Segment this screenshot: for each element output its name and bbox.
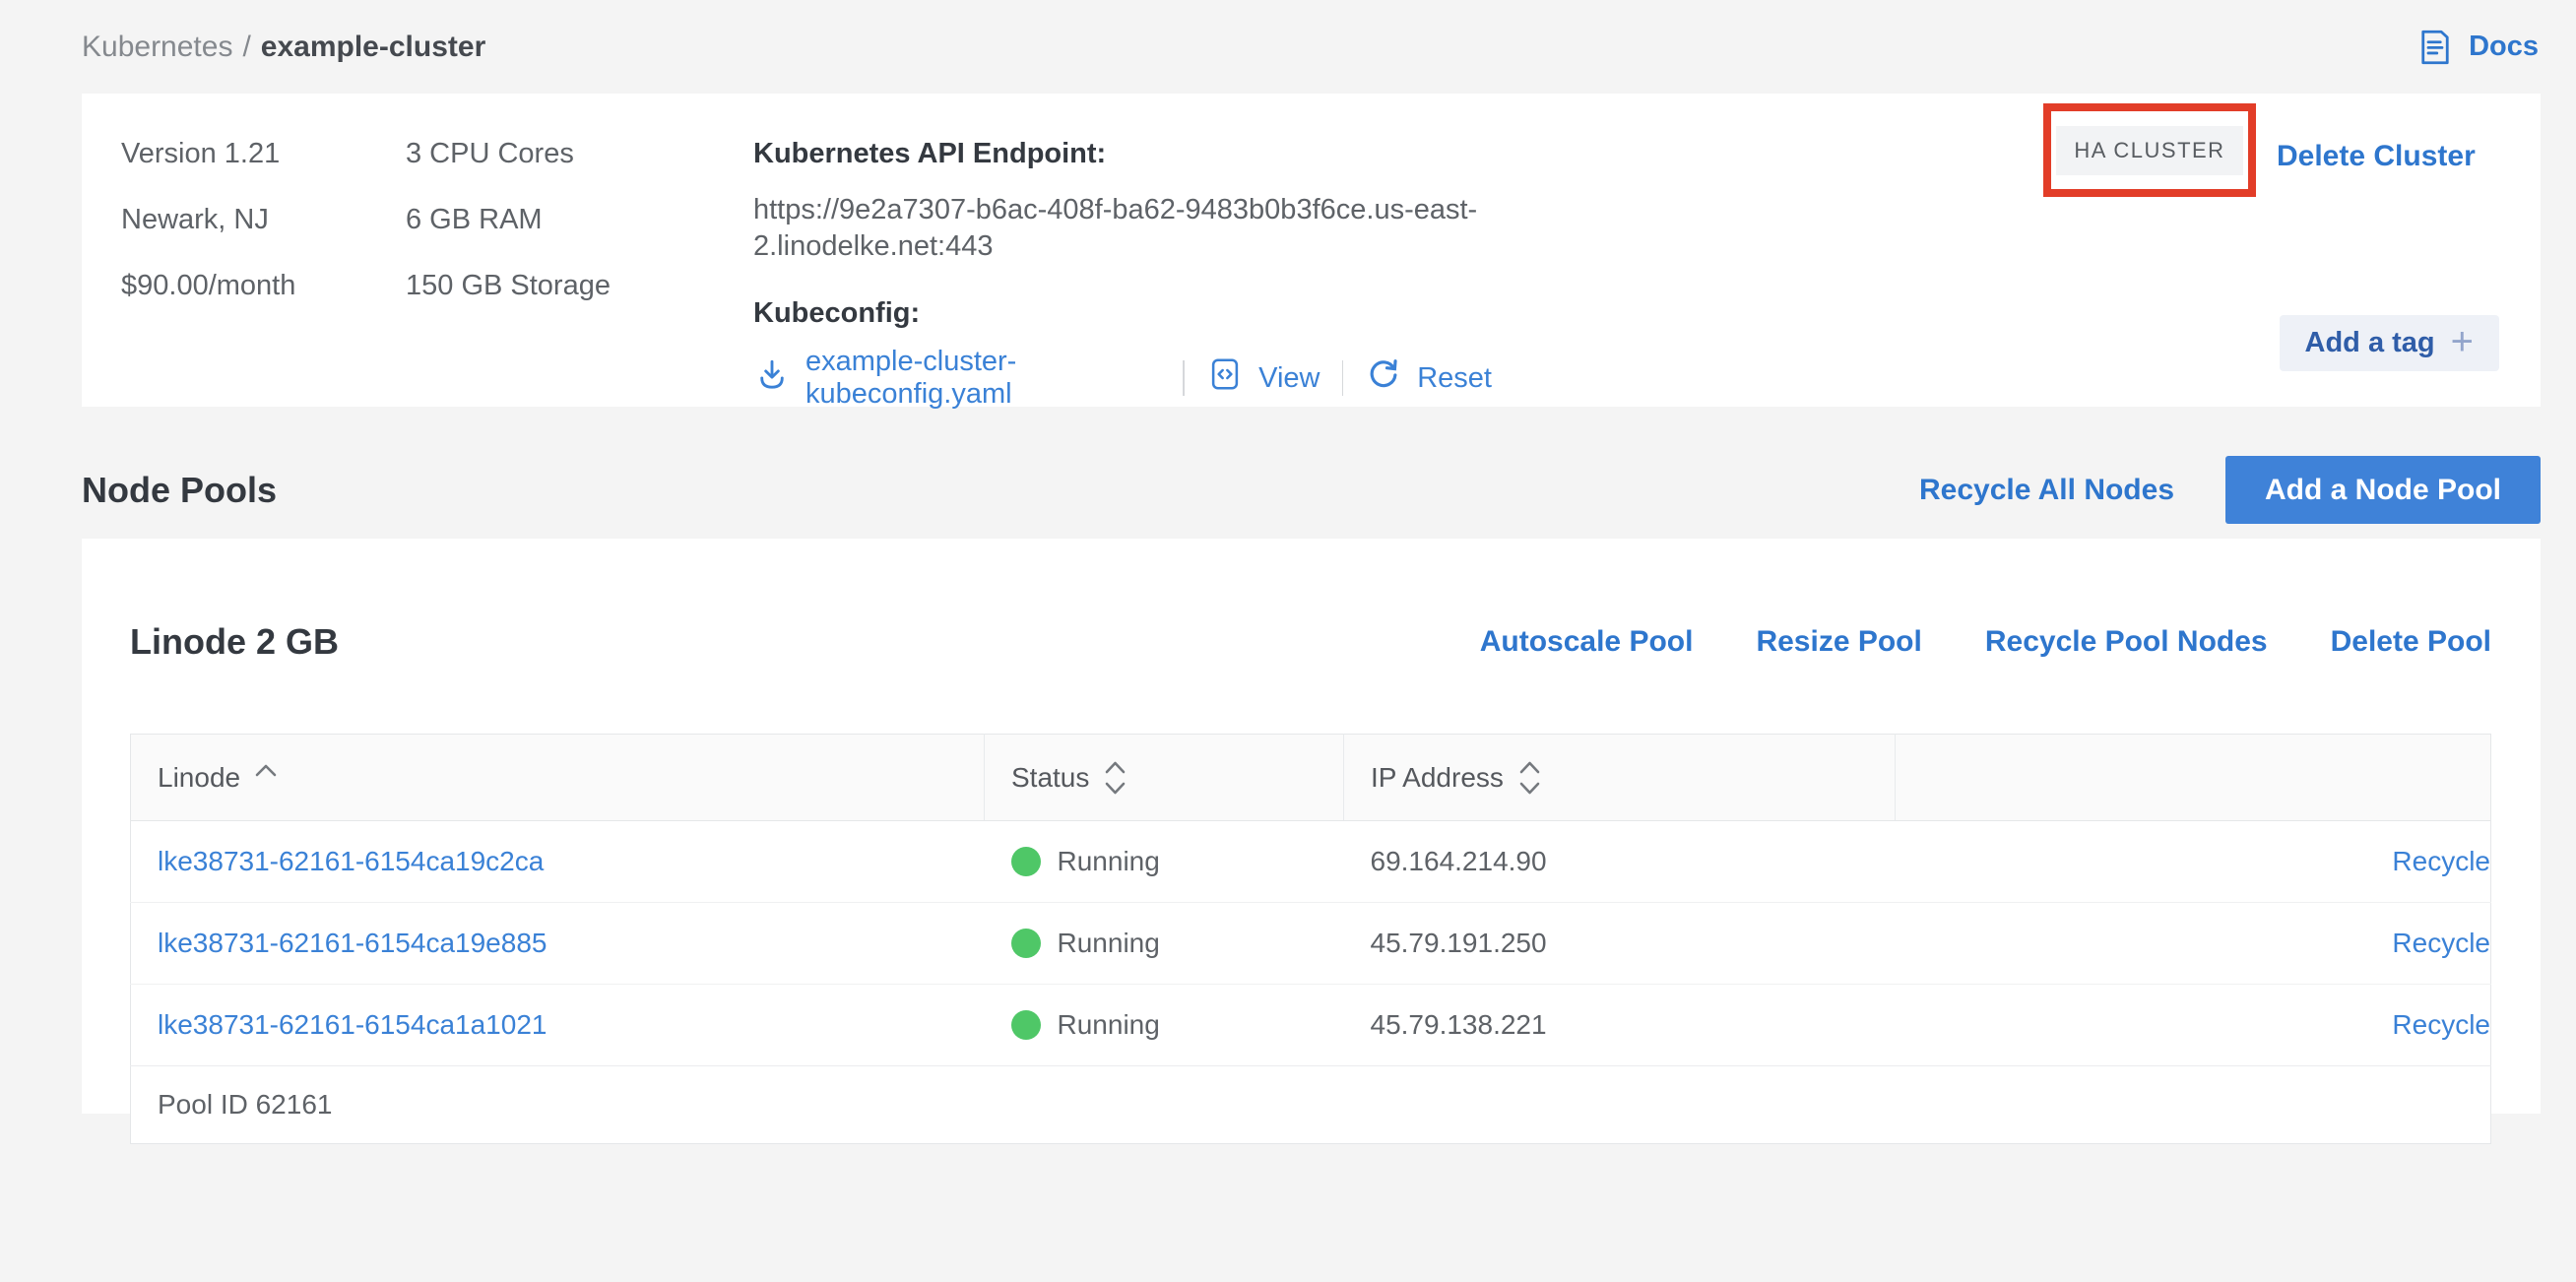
separator [1183,360,1185,396]
code-view-icon [1206,355,1244,401]
reset-icon [1365,355,1402,401]
node-link[interactable]: lke38731-62161-6154ca19c2ca [158,846,544,876]
cluster-region: Newark, NJ [121,204,406,236]
kubeconfig-row: example-cluster-kubeconfig.yaml View [753,346,1492,411]
cluster-specs-column-1: Version 1.21 Newark, NJ $90.00/month [121,94,406,407]
status-running-dot [1011,929,1041,958]
recycle-node-button[interactable]: Recycle [2392,846,2490,876]
delete-cluster-button[interactable]: Delete Cluster [2277,140,2476,173]
table-row: lke38731-62161-6154ca1a1021 Running 45.7… [131,985,2491,1066]
recycle-all-nodes-button[interactable]: Recycle All Nodes [1919,474,2174,507]
node-pools-title: Node Pools [82,470,1919,511]
linode-column-header[interactable]: Linode [131,735,985,821]
status-label: Running [1058,846,1160,877]
cluster-summary-card: Version 1.21 Newark, NJ $90.00/month 3 C… [82,94,2541,407]
kubeconfig-reset-button[interactable]: Reset [1365,355,1492,401]
status-running-dot [1011,847,1041,876]
table-header-row: Linode Status [131,735,2491,821]
pool-name: Linode 2 GB [130,621,1480,663]
pool-head: Linode 2 GB Autoscale Pool Resize Pool R… [130,586,2491,698]
ip-address: 45.79.191.250 [1344,903,1896,985]
ip-address: 45.79.138.221 [1344,985,1896,1066]
table-row: lke38731-62161-6154ca19c2ca Running 69.1… [131,821,2491,903]
separator [1342,360,1344,396]
pool-actions: Autoscale Pool Resize Pool Recycle Pool … [1480,625,2491,659]
status-column-header[interactable]: Status [985,735,1344,821]
reset-label: Reset [1417,362,1492,395]
sort-icon [1517,757,1542,799]
cluster-price: $90.00/month [121,270,406,302]
breadcrumb: Kubernetes / example-cluster [82,31,485,64]
summary-right-area: HA CLUSTER Delete Cluster Add a tag + [1492,94,2499,407]
kubeconfig-filename: example-cluster-kubeconfig.yaml [805,346,1161,411]
recycle-node-button[interactable]: Recycle [2392,1009,2490,1040]
status-cell: Running [985,903,1344,985]
api-endpoint-url: https://9e2a7307-b6ac-408f-ba62-9483b0b3… [753,192,1492,265]
api-endpoint-label: Kubernetes API Endpoint: [753,138,1492,170]
docs-label: Docs [2469,31,2539,63]
add-tag-button[interactable]: Add a tag + [2280,315,2499,371]
linode-column-label: Linode [158,762,240,794]
recycle-pool-nodes-button[interactable]: Recycle Pool Nodes [1985,625,2268,659]
kubeconfig-label: Kubeconfig: [753,297,1492,330]
breadcrumb-separator: / [242,31,250,63]
endpoint-column: Kubernetes API Endpoint: https://9e2a730… [753,94,1492,407]
node-link[interactable]: lke38731-62161-6154ca1a1021 [158,1009,547,1040]
recycle-node-button[interactable]: Recycle [2392,928,2490,958]
status-column-label: Status [1011,762,1089,794]
resize-pool-button[interactable]: Resize Pool [1756,625,1921,659]
pool-id-label: Pool ID 62161 [131,1066,2491,1144]
ip-address-column-header[interactable]: IP Address [1344,735,1896,821]
cluster-version: Version 1.21 [121,138,406,170]
cluster-storage: 150 GB Storage [406,270,753,302]
status-running-dot [1011,1010,1041,1040]
docs-link[interactable]: Docs [2415,27,2539,68]
ha-cluster-annotation-highlight: HA CLUSTER [2043,103,2256,197]
ip-address-column-label: IP Address [1371,762,1504,794]
docs-icon [2415,27,2456,68]
autoscale-pool-button[interactable]: Autoscale Pool [1480,625,1694,659]
status-label: Running [1058,1009,1160,1041]
kubeconfig-download-link[interactable]: example-cluster-kubeconfig.yaml [753,346,1161,411]
pool-id-row: Pool ID 62161 [131,1066,2491,1144]
node-pools-header: Node Pools Recycle All Nodes Add a Node … [82,456,2541,524]
download-icon [753,355,791,401]
cluster-cpu: 3 CPU Cores [406,138,753,170]
add-tag-label: Add a tag [2305,327,2435,359]
ip-address: 69.164.214.90 [1344,821,1896,903]
delete-pool-button[interactable]: Delete Pool [2331,625,2491,659]
sort-ascending-icon [254,763,278,778]
node-link[interactable]: lke38731-62161-6154ca19e885 [158,928,547,958]
cluster-specs-column-2: 3 CPU Cores 6 GB RAM 150 GB Storage [406,94,753,407]
actions-column-header [1896,735,2491,821]
plus-icon: + [2451,322,2474,361]
cluster-ram: 6 GB RAM [406,204,753,236]
sort-icon [1103,757,1127,799]
topbar: Kubernetes / example-cluster Docs [0,0,2576,94]
ha-cluster-badge: HA CLUSTER [2056,126,2242,175]
add-node-pool-button[interactable]: Add a Node Pool [2225,456,2541,524]
breadcrumb-cluster-name: example-cluster [261,31,485,63]
status-cell: Running [985,985,1344,1066]
kubernetes-cluster-detail-page: Kubernetes / example-cluster Docs Version … [0,0,2576,1282]
kubeconfig-view-button[interactable]: View [1206,355,1320,401]
view-label: View [1258,362,1320,395]
status-cell: Running [985,821,1344,903]
node-pool-card: Linode 2 GB Autoscale Pool Resize Pool R… [82,539,2541,1114]
breadcrumb-kubernetes-link[interactable]: Kubernetes [82,31,232,63]
status-label: Running [1058,928,1160,959]
table-row: lke38731-62161-6154ca19e885 Running 45.7… [131,903,2491,985]
node-table: Linode Status [130,734,2491,1144]
